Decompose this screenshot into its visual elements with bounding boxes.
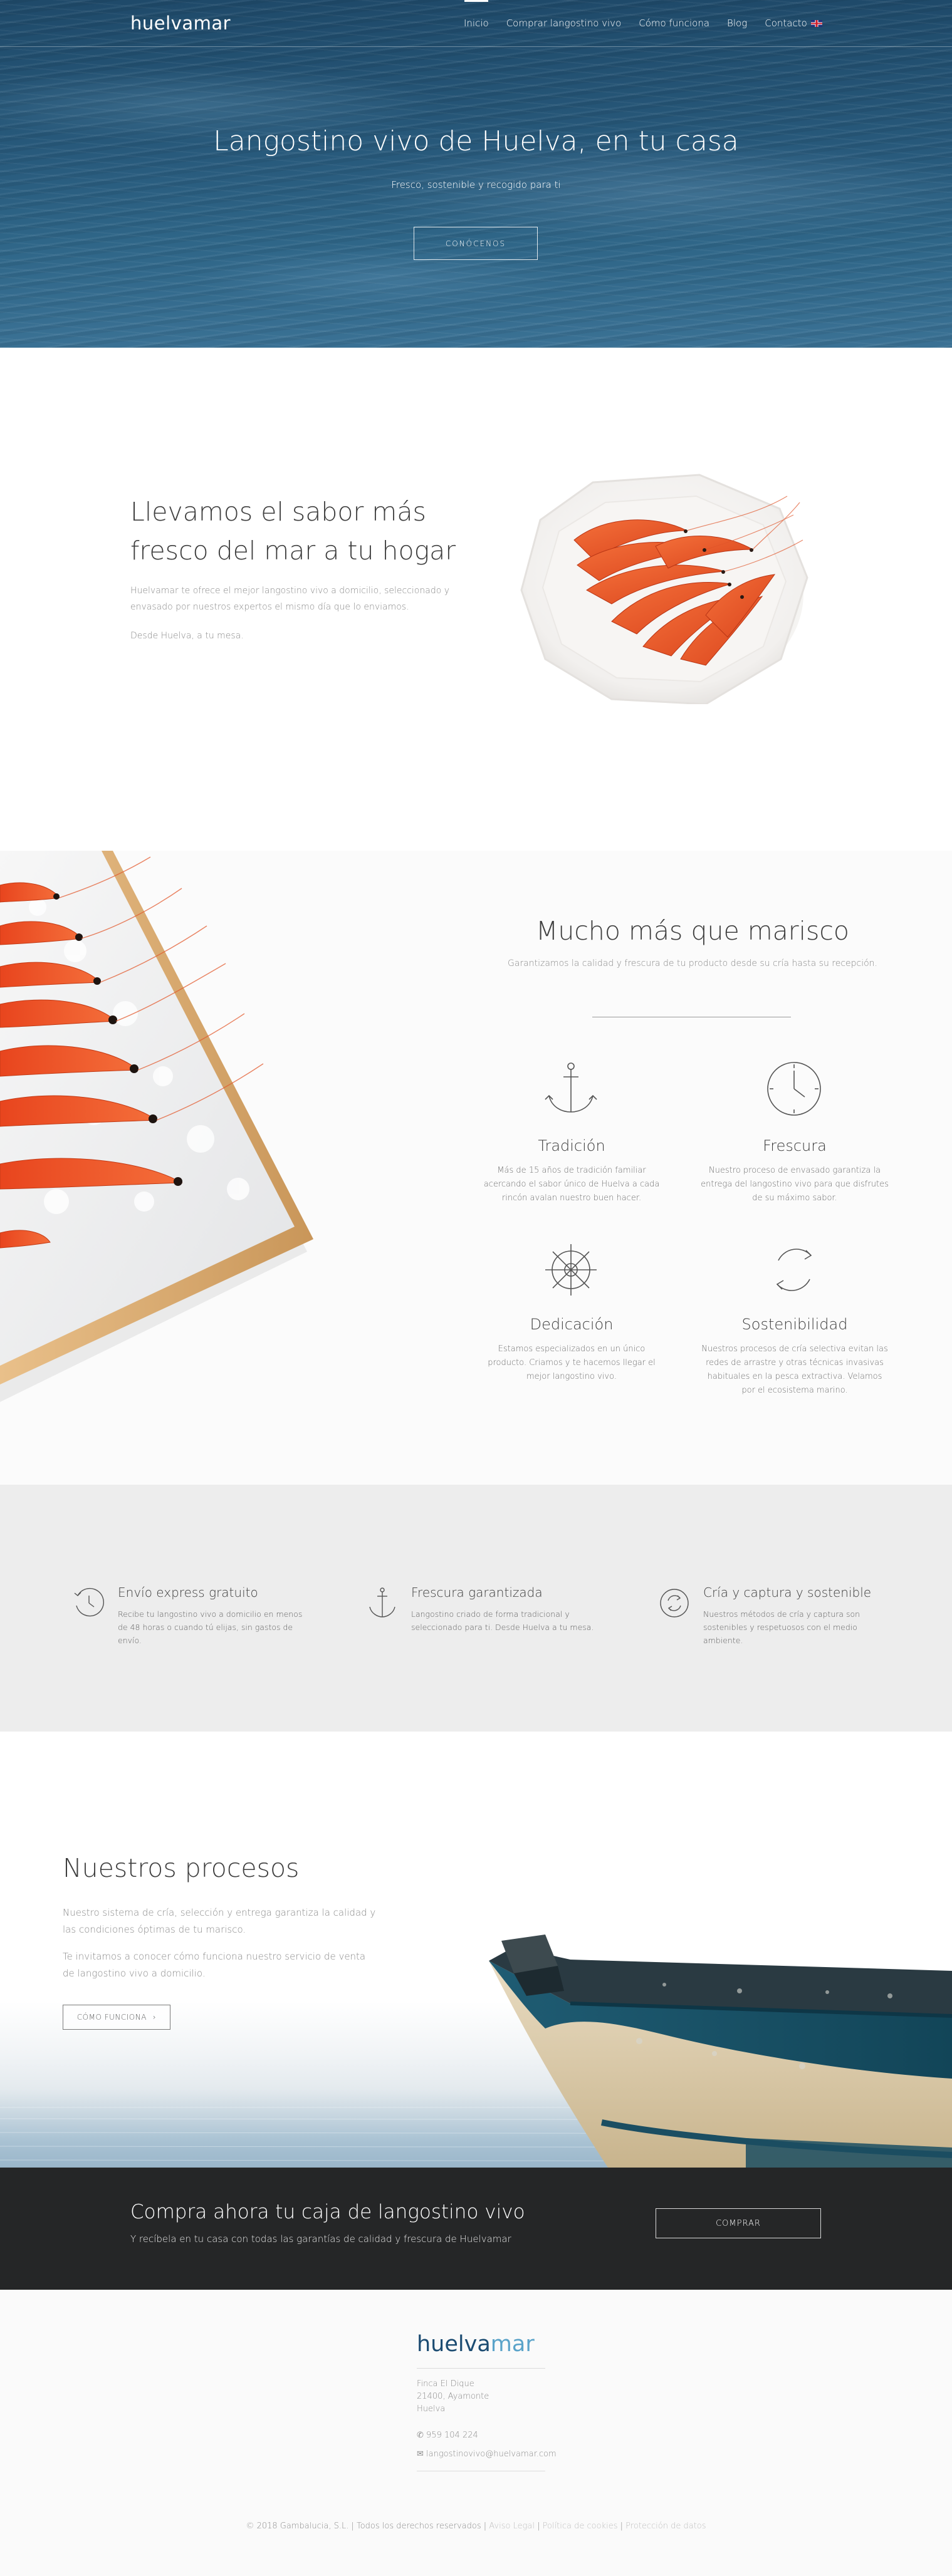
intro-tagline: Desde Huelva, a tu mesa. bbox=[130, 631, 244, 641]
marisco-subtitle: Garantizamos la calidad y frescura de tu… bbox=[507, 958, 878, 969]
footer-separator: | bbox=[620, 2521, 624, 2531]
footer-address-line2: 21400, Ayamonte bbox=[417, 2392, 489, 2401]
feature-text-tradicion: Más de 15 años de tradición familiar ace… bbox=[483, 1166, 660, 1203]
footer-copyright: © 2018 Gambalucia, S.L. | Todos los dere… bbox=[246, 2521, 487, 2531]
boat-image bbox=[476, 1922, 952, 2168]
top-navbar: huelvamar Inicio Comprar langostino vivo… bbox=[0, 0, 952, 47]
footer-logo[interactable]: huelvamar bbox=[417, 2332, 535, 2357]
conocenos-button[interactable]: CONÓCENOS bbox=[414, 227, 538, 260]
clock-icon bbox=[766, 1061, 822, 1117]
nav-item-contacto[interactable]: Contacto bbox=[765, 18, 807, 29]
procesos-title: Nuestros procesos bbox=[63, 1853, 300, 1883]
cta-subtitle: Y recíbela en tu casa con todas las gara… bbox=[130, 2233, 511, 2245]
envelope-icon: ✉ bbox=[417, 2449, 424, 2459]
intro-title: Llevamos el sabor más fresco del mar a t… bbox=[130, 492, 481, 570]
benefit-title-sostenible: Cría y captura y sostenible bbox=[703, 1585, 872, 1600]
footer-separator: | bbox=[537, 2521, 540, 2531]
footer-phone-number: 959 104 224 bbox=[426, 2431, 478, 2440]
nav-item-comprar[interactable]: Comprar langostino vivo bbox=[506, 18, 622, 29]
feature-title-tradicion: Tradición bbox=[538, 1137, 605, 1155]
anchor-icon bbox=[543, 1061, 599, 1117]
phone-icon: ✆ bbox=[417, 2431, 424, 2440]
footer-phone[interactable]: ✆ 959 104 224 bbox=[417, 2429, 478, 2442]
hero-title: Langostino vivo de Huelva, en tu casa bbox=[213, 125, 739, 157]
nav-active-indicator bbox=[464, 0, 488, 2]
intro-paragraph: Huelvamar te ofrece el mejor langostino … bbox=[130, 586, 450, 612]
como-funciona-label: CÓMO FUNCIONA bbox=[76, 2013, 147, 2022]
cookies-link[interactable]: Política de cookies bbox=[543, 2521, 618, 2531]
feature-text-sostenibilidad: Nuestros procesos de cría selectiva evit… bbox=[701, 1344, 888, 1395]
benefit-text-sostenible: Nuestros métodos de cría y captura son s… bbox=[703, 1609, 860, 1645]
nav-item-blog[interactable]: Blog bbox=[727, 18, 747, 29]
feature-text-dedicacion: Estamos especializados en un único produ… bbox=[488, 1344, 656, 1381]
nav-item-como-funciona[interactable]: Cómo funciona bbox=[639, 18, 709, 29]
marisco-title: Mucho más que marisco bbox=[535, 916, 850, 946]
intro-title-line1: Llevamos el sabor más bbox=[130, 497, 426, 527]
footer-email-address: langostinovivo@huelvamar.com bbox=[426, 2449, 557, 2459]
procesos-paragraph-2: Te invitamos a conocer cómo funciona nue… bbox=[63, 1951, 366, 1979]
benefit-title-frescura: Frescura garantizada bbox=[411, 1585, 543, 1600]
feature-title-dedicacion: Dedicación bbox=[530, 1316, 614, 1333]
footer-divider-top bbox=[417, 2368, 545, 2369]
recycle-icon bbox=[766, 1242, 822, 1298]
clock-icon bbox=[73, 1587, 105, 1619]
nav-links: Inicio Comprar langostino vivo Cómo func… bbox=[464, 18, 825, 29]
uk-flag-icon[interactable] bbox=[811, 20, 822, 27]
procesos-paragraph-1: Nuestro sistema de cría, selección y ent… bbox=[63, 1907, 376, 1935]
feature-text-frescura: Nuestro proceso de envasado garantiza la… bbox=[701, 1166, 889, 1203]
benefit-text-frescura: Langostino criado de forma tradicional y… bbox=[411, 1609, 594, 1632]
hero-subtitle: Fresco, sostenible y recogido para ti bbox=[391, 179, 561, 190]
site-logo[interactable]: huelvamar bbox=[130, 13, 231, 34]
footer-logo-part1: huelva bbox=[417, 2332, 491, 2357]
footer-address-line1: Finca El Dique bbox=[417, 2379, 474, 2389]
intro-title-line2: fresco del mar a tu hogar bbox=[130, 536, 456, 566]
chevron-right-icon: › bbox=[152, 2013, 157, 2022]
nav-item-inicio[interactable]: Inicio bbox=[464, 18, 489, 29]
footer-email[interactable]: ✉ langostinovivo@huelvamar.com bbox=[417, 2448, 557, 2461]
footer-address-line3: Huelva bbox=[417, 2404, 446, 2414]
benefit-title-envio: Envío express gratuito bbox=[118, 1585, 258, 1600]
proteccion-datos-link[interactable]: Protección de datos bbox=[625, 2521, 706, 2531]
prawn-plate-image bbox=[518, 471, 810, 705]
aviso-legal-link[interactable]: Aviso Legal bbox=[489, 2521, 535, 2531]
como-funciona-button[interactable]: CÓMO FUNCIONA › bbox=[63, 2005, 170, 2030]
anchor-icon bbox=[366, 1587, 399, 1619]
recycle-icon bbox=[658, 1587, 691, 1619]
feature-title-sostenibilidad: Sostenibilidad bbox=[741, 1316, 848, 1333]
hero-section: huelvamar Inicio Comprar langostino vivo… bbox=[0, 0, 952, 348]
comprar-button[interactable]: COMPRAR bbox=[656, 2208, 821, 2238]
ship-wheel-icon bbox=[543, 1242, 599, 1298]
prawn-tray-image bbox=[0, 851, 316, 1402]
cta-title: Compra ahora tu caja de langostino vivo bbox=[130, 2201, 525, 2223]
benefit-text-envio: Recibe tu langostino vivo a domicilio en… bbox=[118, 1609, 303, 1645]
footer-legal-bar: © 2018 Gambalucia, S.L. | Todos los dere… bbox=[0, 2521, 952, 2531]
feature-title-frescura: Frescura bbox=[763, 1137, 827, 1155]
footer-logo-part2: mar bbox=[490, 2332, 535, 2357]
